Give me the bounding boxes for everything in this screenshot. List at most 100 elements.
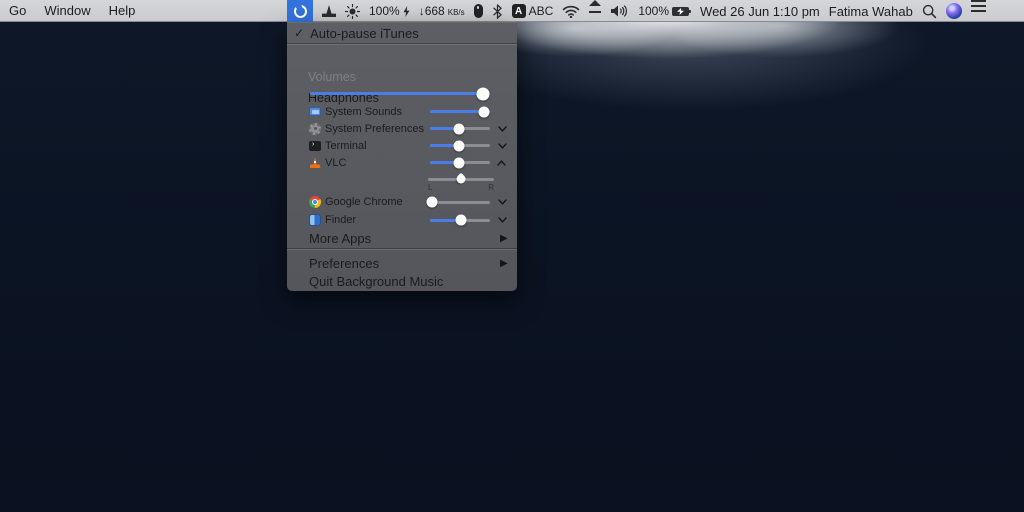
- quit-label: Quit Background Music: [309, 273, 444, 289]
- vlc-icon: [309, 157, 321, 169]
- fast-user-switching-item[interactable]: Fatima Wahab: [829, 0, 913, 22]
- system-sounds-icon: [309, 106, 321, 118]
- app-volume-slider[interactable]: [426, 196, 490, 209]
- menu-separator: [287, 248, 517, 249]
- menu-item-quit-background-music[interactable]: Quit Background Music: [287, 272, 517, 290]
- slider-knob[interactable]: [455, 214, 467, 226]
- chevron-down-icon[interactable]: [496, 196, 508, 208]
- submenu-arrow-icon: ▶: [500, 232, 508, 244]
- notification-center-icon: [970, 0, 986, 12]
- app-name: System Sounds: [325, 105, 403, 118]
- chevron-down-icon[interactable]: [496, 214, 508, 226]
- device-battery-percent: 100%: [369, 4, 400, 18]
- vlc-menubar-item[interactable]: [322, 0, 336, 22]
- checkmark-icon: ✓: [294, 26, 305, 40]
- slider-knob[interactable]: [426, 196, 438, 208]
- menu-bar: Go Window Help 100% ↓668 KB/s A ABC 100%…: [0, 0, 1024, 22]
- spotlight-menubar-item[interactable]: [922, 0, 937, 22]
- download-speed-value: ↓668: [418, 4, 445, 18]
- charging-bolt-icon: [403, 5, 410, 17]
- slider-knob[interactable]: [453, 140, 465, 151]
- menu-item-more-apps[interactable]: More Apps ▶: [287, 229, 517, 247]
- siri-menubar-item[interactable]: [945, 0, 962, 22]
- app-volume-slider[interactable]: [430, 122, 490, 135]
- menubar-app-menus: Go Window Help: [0, 3, 135, 18]
- menu-item-auto-pause-itunes[interactable]: ✓ Auto-pause iTunes: [294, 25, 517, 41]
- app-volume-slider[interactable]: [430, 105, 490, 118]
- eject-icon: [589, 0, 602, 6]
- app-volume-row: System Sounds: [287, 103, 517, 120]
- pan-right-label: R: [488, 183, 494, 192]
- chevron-up-icon[interactable]: [496, 157, 508, 169]
- slider-knob[interactable]: [478, 106, 490, 117]
- slider-knob[interactable]: [453, 123, 465, 134]
- pan-left-label: L: [428, 183, 433, 192]
- user-name: Fatima Wahab: [828, 3, 913, 19]
- app-volume-slider[interactable]: [430, 156, 490, 169]
- app-volume-row: VLC: [287, 154, 517, 171]
- slider-knob[interactable]: [476, 87, 490, 100]
- brightness-menubar-item[interactable]: [345, 0, 360, 22]
- bluetooth-icon: [492, 3, 502, 19]
- vlc-pan-slider[interactable]: L R: [428, 172, 494, 194]
- battery-percent: 100%: [638, 4, 670, 18]
- app-volume-row: Google Chrome: [287, 193, 517, 211]
- main-battery-menubar-item[interactable]: 100%: [638, 0, 692, 22]
- terminal-icon: ›: [309, 140, 321, 152]
- battery-charging-icon: [672, 6, 692, 16]
- device-battery-menubar-item[interactable]: 100%: [369, 0, 410, 22]
- mouse-battery-menubar-item[interactable]: [473, 0, 483, 22]
- chevron-down-icon[interactable]: [496, 123, 508, 135]
- notification-center-menubar-item[interactable]: [970, 0, 986, 22]
- pan-knob[interactable]: [454, 172, 468, 186]
- headphones-volume-slider[interactable]: [310, 87, 490, 100]
- vlc-cone-icon: [322, 5, 336, 17]
- preferences-label: Preferences: [309, 255, 380, 271]
- submenu-arrow-icon: ▶: [500, 257, 508, 269]
- menu-separator: [287, 43, 517, 44]
- input-source-label: ABC: [528, 4, 554, 18]
- app-name: Terminal: [325, 139, 367, 152]
- menu-go[interactable]: Go: [9, 3, 26, 18]
- system-preferences-icon: [309, 122, 321, 135]
- finder-icon: [309, 214, 321, 226]
- background-music-menu: ✓ Auto-pause iTunes Volumes Headphones S…: [287, 22, 517, 291]
- app-volume-row: Finder: [287, 211, 517, 229]
- siri-icon: [945, 3, 962, 19]
- download-speed-unit: KB/s: [447, 7, 465, 17]
- chrome-icon: [309, 196, 321, 208]
- mouse-icon: [473, 4, 483, 18]
- app-name: System Preferences: [325, 122, 425, 135]
- menu-item-preferences[interactable]: Preferences ▶: [287, 254, 517, 272]
- chevron-down-icon[interactable]: [496, 140, 508, 152]
- background-music-icon: [293, 3, 307, 18]
- app-name: Finder: [325, 214, 357, 226]
- input-source-icon: A: [511, 4, 526, 18]
- wifi-icon: [563, 5, 580, 18]
- clock-menubar-item[interactable]: Wed 26 Jun 1:10 pm: [700, 0, 820, 22]
- brightness-icon: [345, 3, 360, 19]
- volume-icon: [611, 5, 628, 17]
- bluetooth-menubar-item[interactable]: [492, 0, 503, 22]
- auto-pause-label: Auto-pause iTunes: [310, 25, 419, 41]
- clock-text: Wed 26 Jun 1:10 pm: [700, 3, 820, 19]
- app-volume-row: System Preferences: [287, 120, 517, 137]
- app-volume-slider[interactable]: [430, 139, 490, 152]
- app-name: VLC: [325, 156, 347, 169]
- app-volume-slider[interactable]: [430, 214, 490, 227]
- volume-menubar-item[interactable]: [610, 0, 629, 22]
- eject-menubar-item[interactable]: [589, 0, 602, 22]
- menu-help[interactable]: Help: [109, 3, 136, 18]
- volumes-section-header: Volumes: [308, 70, 356, 84]
- search-icon: [922, 4, 937, 18]
- status-strip: 100% ↓668 KB/s A ABC 100% Wed 26 Jun 1:1…: [287, 0, 986, 22]
- wifi-menubar-item[interactable]: [562, 0, 580, 22]
- network-speed-menubar-item[interactable]: ↓668 KB/s: [419, 0, 465, 22]
- background-music-menu-icon[interactable]: [287, 0, 313, 22]
- app-name: Google Chrome: [325, 196, 403, 208]
- slider-knob[interactable]: [453, 157, 465, 168]
- app-volume-row: › Terminal: [287, 137, 517, 154]
- input-source-menubar-item[interactable]: A ABC: [511, 0, 554, 22]
- more-apps-label: More Apps: [309, 230, 372, 246]
- menu-window[interactable]: Window: [44, 3, 90, 18]
